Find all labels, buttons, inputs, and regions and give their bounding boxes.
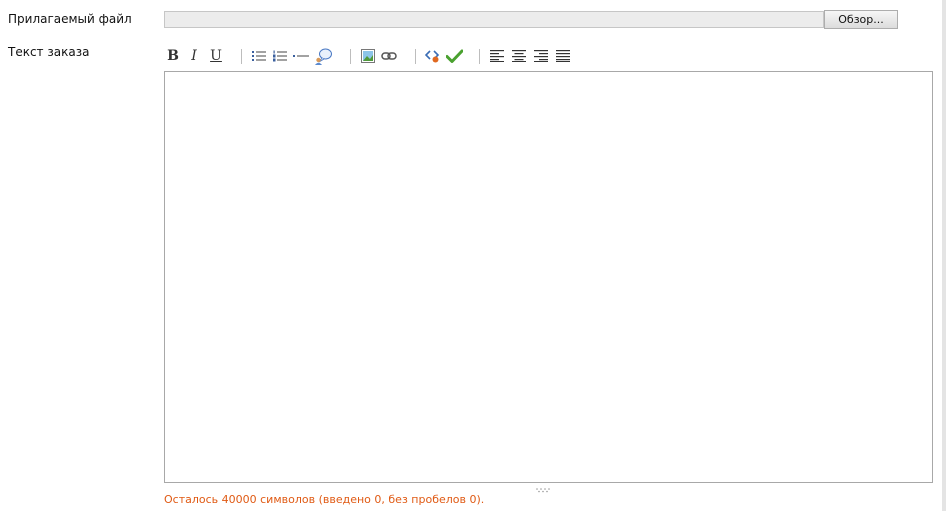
spellcheck-icon bbox=[445, 49, 463, 63]
toolbar-separator bbox=[479, 49, 480, 64]
source-code-icon bbox=[425, 50, 440, 63]
insert-image-button[interactable] bbox=[359, 46, 377, 66]
insert-link-button[interactable] bbox=[380, 46, 398, 66]
page-scrollbar[interactable] bbox=[942, 0, 946, 511]
toolbar-separator bbox=[350, 49, 351, 64]
toolbar-separator bbox=[241, 49, 242, 64]
align-right-button[interactable] bbox=[532, 46, 550, 66]
quote-button[interactable] bbox=[314, 46, 332, 66]
toolbar-separator bbox=[415, 49, 416, 64]
align-right-icon bbox=[534, 50, 548, 62]
bulleted-list-button[interactable] bbox=[250, 46, 268, 66]
quote-icon bbox=[315, 48, 332, 65]
bold-button[interactable]: B bbox=[164, 46, 182, 66]
numbered-list-button[interactable] bbox=[271, 46, 289, 66]
editor-toolbar: B I U bbox=[164, 46, 584, 66]
align-left-icon bbox=[490, 50, 504, 62]
italic-button[interactable]: I bbox=[185, 46, 203, 66]
attachment-file-field[interactable] bbox=[164, 11, 824, 28]
align-left-button[interactable] bbox=[488, 46, 506, 66]
horizontal-rule-button[interactable] bbox=[292, 46, 310, 66]
attachment-label: Прилагаемый файл bbox=[8, 12, 132, 26]
char-counter: Осталось 40000 символов (введено 0, без … bbox=[164, 493, 485, 506]
bulleted-list-icon bbox=[252, 51, 266, 61]
align-center-button[interactable] bbox=[510, 46, 528, 66]
align-justify-button[interactable] bbox=[554, 46, 572, 66]
insert-image-icon bbox=[361, 49, 375, 63]
resize-grip-icon[interactable] bbox=[534, 482, 552, 493]
underline-button[interactable]: U bbox=[207, 46, 225, 66]
align-justify-icon bbox=[556, 50, 570, 62]
spellcheck-button[interactable] bbox=[445, 46, 463, 66]
order-text-label: Текст заказа bbox=[8, 45, 90, 59]
order-text-editor[interactable] bbox=[164, 71, 933, 483]
horizontal-rule-icon bbox=[293, 55, 309, 57]
numbered-list-icon bbox=[273, 50, 287, 62]
insert-link-icon bbox=[381, 52, 397, 60]
align-center-icon bbox=[512, 50, 526, 62]
browse-button[interactable]: Обзор... bbox=[824, 10, 898, 29]
source-code-button[interactable] bbox=[424, 46, 442, 66]
